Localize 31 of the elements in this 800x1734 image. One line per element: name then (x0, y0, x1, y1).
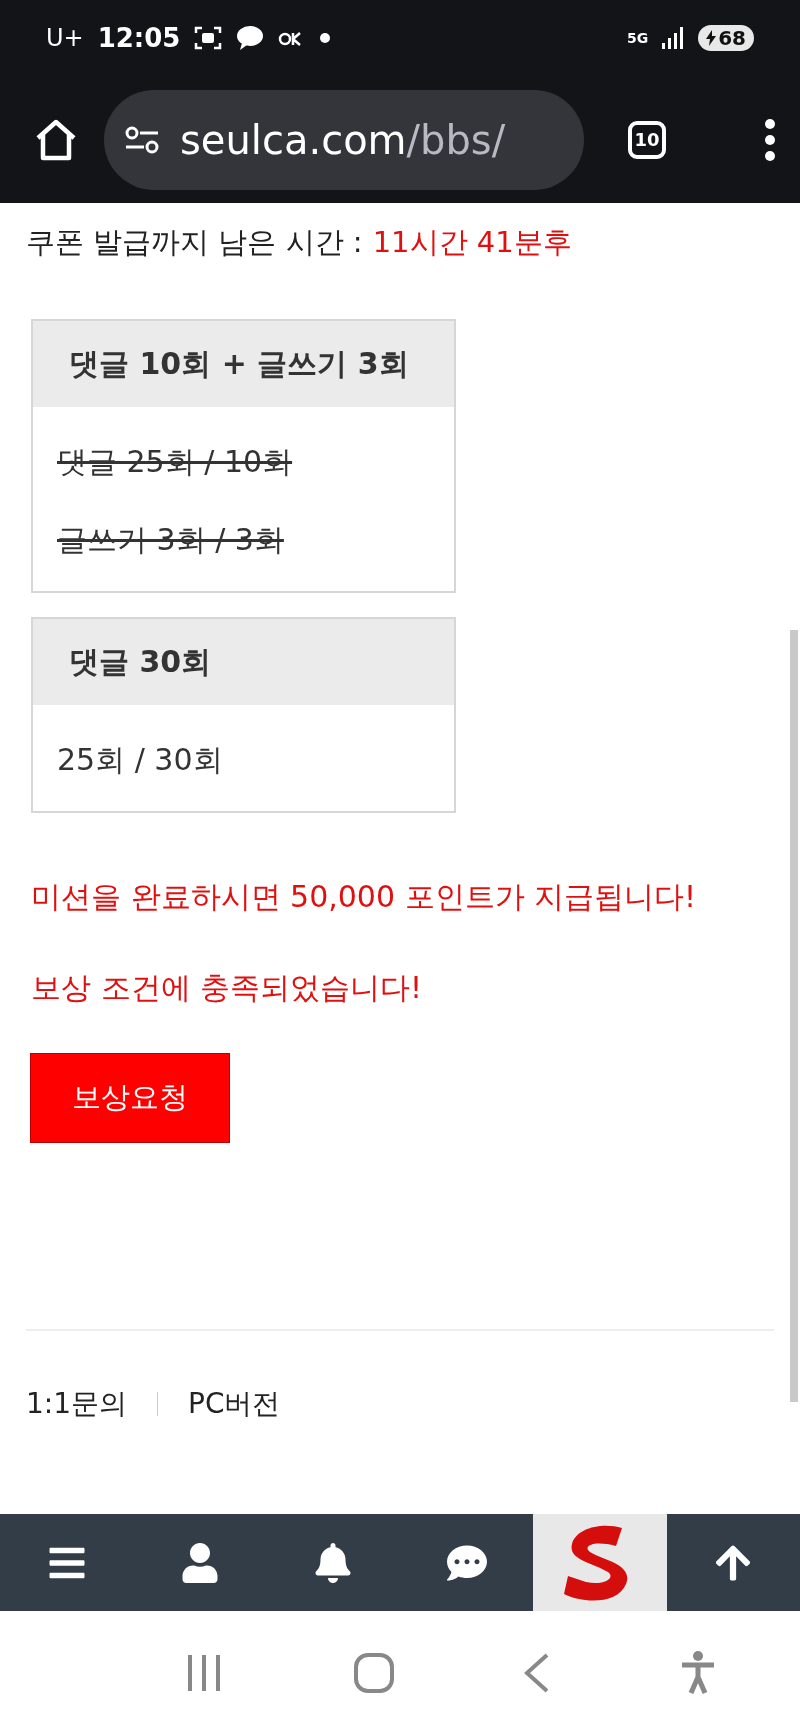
signal-icon (662, 27, 685, 49)
notice-text: 보상 조건에 충족되었습니다! (31, 969, 424, 1007)
more-menu-icon[interactable] (764, 117, 776, 162)
notice-text: 미션을 완료하시면 50,000 포인트가 지급됩니다! (31, 878, 698, 916)
reward-request-button[interactable]: 보상요청 (30, 1053, 230, 1143)
logo-button[interactable] (533, 1514, 667, 1611)
address-bar[interactable]: seulca.com/bbs/ (104, 89, 584, 190)
accessibility-icon[interactable] (679, 1650, 716, 1695)
carrier-label: U+ (46, 24, 84, 52)
home-nav-icon[interactable] (352, 1651, 395, 1694)
footer-link[interactable]: PC버전 (188, 1385, 281, 1423)
chat-bubble-icon (236, 25, 265, 51)
home-icon[interactable] (34, 117, 78, 162)
coupon-label: 쿠폰 발급까지 남은 시간 : (26, 224, 363, 261)
network-label: 5G (626, 30, 649, 46)
footer-link[interactable]: 1:1문의 (26, 1385, 128, 1423)
mission-title: 댓글 30회 (33, 619, 454, 705)
mission-progress: 글쓰기 3회 / 3회 (57, 520, 285, 559)
mission-title: 댓글 10회 + 글쓰기 3회 (33, 321, 454, 407)
url-text: seulca.com/bbs/ (180, 116, 506, 163)
dot-icon (320, 33, 331, 43)
user-icon (180, 1542, 220, 1583)
screenshot-icon (194, 25, 223, 51)
battery-indicator: 68 (698, 25, 754, 51)
site-settings-icon[interactable] (124, 124, 160, 155)
charging-icon (706, 30, 717, 46)
mission-progress: 25회 / 30회 (57, 740, 224, 779)
clock: 12:05 (97, 23, 181, 53)
tab-count-button[interactable]: 10 (628, 120, 666, 159)
coupon-remaining-time: 11시간 41분후 (372, 224, 572, 261)
mission-progress: 댓글 25회 / 10회 (57, 442, 294, 481)
